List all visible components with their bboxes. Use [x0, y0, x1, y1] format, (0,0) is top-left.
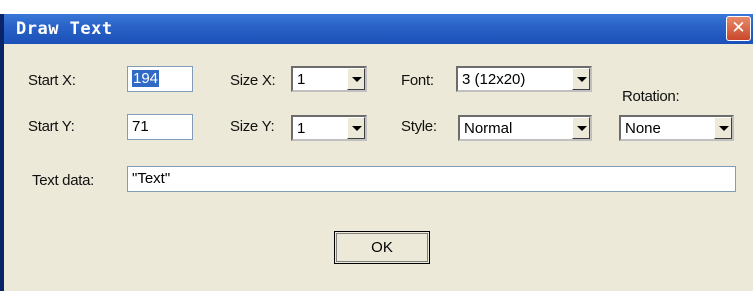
start-x-value: 194 [132, 70, 160, 87]
start-y-label: Start Y: [28, 118, 75, 135]
background-strip [0, 0, 753, 14]
size-x-label: Size X: [230, 72, 276, 89]
font-label: Font: [401, 72, 434, 89]
text-data-input[interactable]: "Text" [127, 166, 736, 192]
draw-text-dialog: Draw Text ✕ Start X: 194 Size X: 1 Font:… [0, 14, 753, 291]
start-y-input[interactable]: 71 [127, 114, 193, 140]
font-value: 3 (12x20) [462, 71, 526, 88]
ok-button[interactable]: OK [334, 231, 430, 264]
start-x-label: Start X: [28, 72, 76, 89]
chevron-down-icon[interactable] [572, 68, 590, 90]
style-select[interactable]: Normal [458, 115, 592, 141]
start-y-value: 71 [132, 118, 149, 135]
chevron-down-icon[interactable] [347, 117, 365, 139]
dialog-title: Draw Text [16, 19, 113, 39]
start-x-input[interactable]: 194 [127, 66, 193, 92]
text-data-value: "Text" [132, 170, 171, 187]
font-select[interactable]: 3 (12x20) [456, 66, 592, 92]
close-button[interactable]: ✕ [726, 16, 751, 41]
close-icon: ✕ [731, 18, 746, 38]
chevron-down-icon[interactable] [572, 117, 590, 139]
style-value: Normal [464, 120, 513, 137]
rotation-select[interactable]: None [619, 115, 734, 141]
text-data-label: Text data: [32, 172, 95, 189]
chevron-down-icon[interactable] [347, 68, 365, 90]
size-x-select[interactable]: 1 [291, 66, 367, 92]
rotation-value: None [625, 120, 661, 137]
size-y-value: 1 [297, 120, 306, 137]
rotation-label: Rotation: [622, 88, 680, 105]
ok-label: OK [371, 239, 393, 256]
title-bar[interactable]: Draw Text ✕ [4, 14, 753, 44]
chevron-down-icon[interactable] [714, 117, 732, 139]
size-x-value: 1 [297, 71, 306, 88]
size-y-select[interactable]: 1 [291, 115, 367, 141]
style-label: Style: [401, 118, 437, 135]
size-y-label: Size Y: [230, 118, 275, 135]
